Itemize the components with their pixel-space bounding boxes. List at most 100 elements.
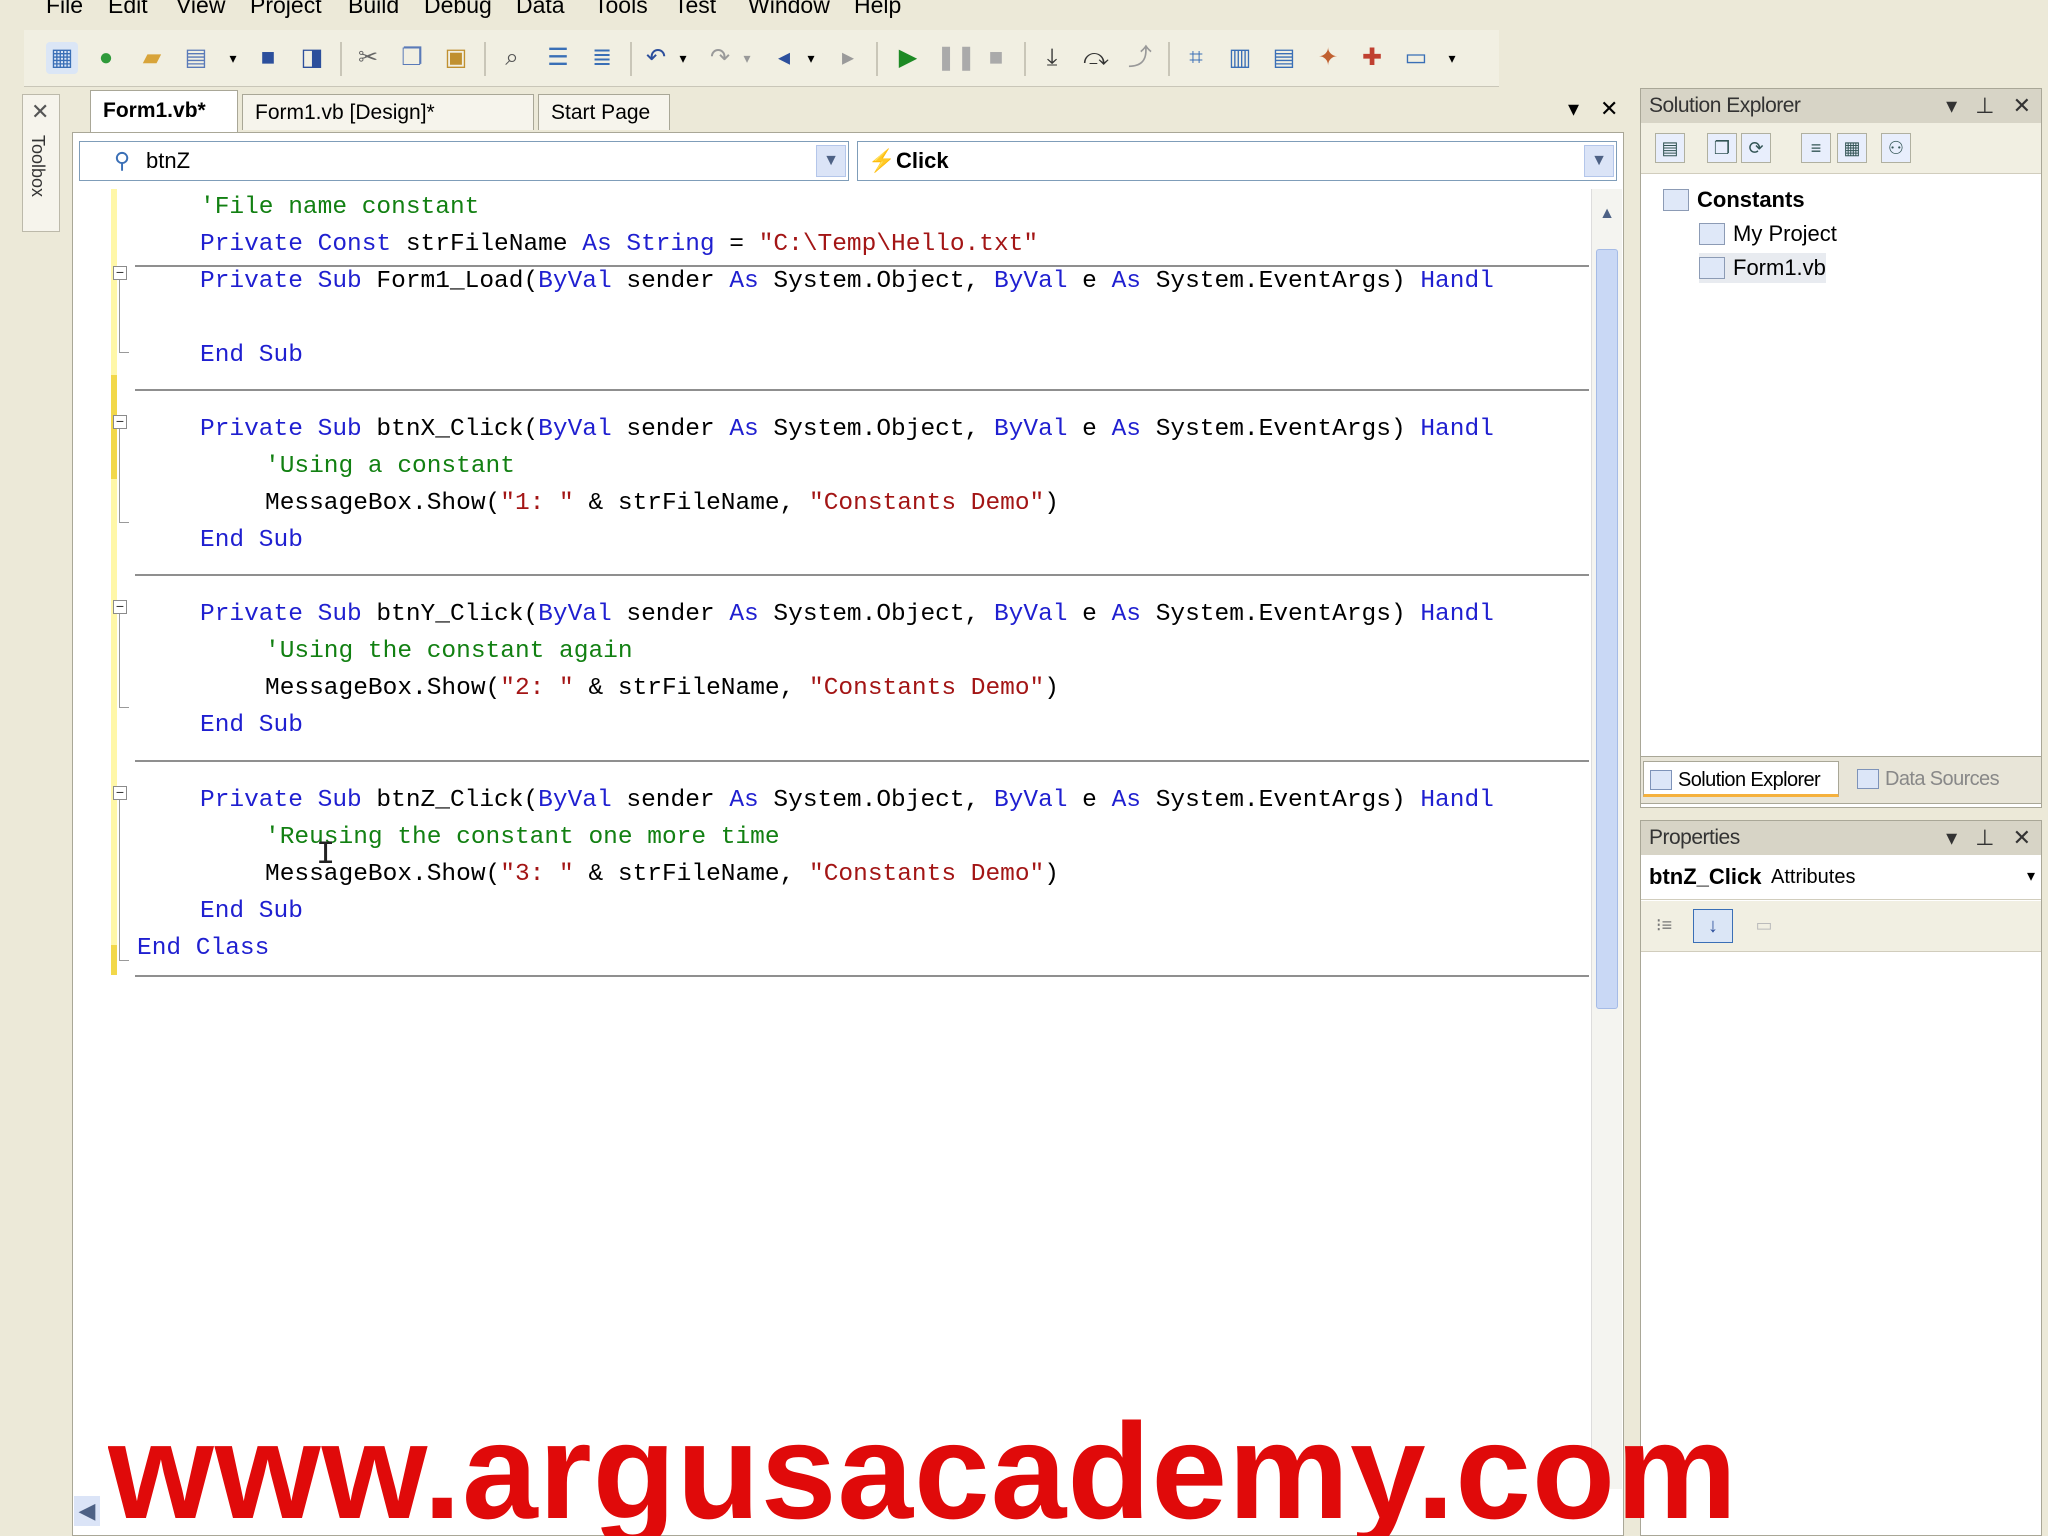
solution-explorer-icon[interactable]: ▥ [1224, 42, 1256, 74]
form-icon [1699, 257, 1725, 279]
start-debug-icon[interactable]: ▶ [892, 42, 924, 74]
menu-view[interactable]: View [176, 0, 225, 19]
standard-toolbar: ▦ ● ▰ ▤ ▾ ■ ◨ ✂ ❐ ▣ ⌕ ☰ ≣ ↶ ▾ ↷ ▾ ◂ ▾ ▸ … [24, 30, 1499, 87]
cut-icon[interactable]: ✂ [352, 42, 384, 74]
toolbar-separator [630, 42, 632, 76]
categorized-icon[interactable]: ⁝≡ [1649, 911, 1679, 941]
chevron-down-icon[interactable]: ▾ [738, 42, 756, 74]
property-pages-icon[interactable]: ▭ [1749, 911, 1779, 941]
menu-file[interactable]: File [46, 0, 83, 19]
pin-icon[interactable]: ⊥ [1975, 93, 1994, 118]
collapse-toggle[interactable]: − [113, 785, 127, 800]
collapse-toggle[interactable]: − [113, 265, 127, 280]
view-designer-icon[interactable]: ▦ [1837, 133, 1867, 163]
open-icon[interactable]: ▰ [136, 42, 168, 74]
view-code-icon[interactable]: ≡ [1801, 133, 1831, 163]
tab-form1-design[interactable]: Form1.vb [Design]* [242, 94, 534, 130]
alphabetical-sort-icon[interactable]: ↓ [1693, 909, 1733, 943]
vertical-scrollbar[interactable]: ▲ [1591, 189, 1622, 1489]
close-icon[interactable]: ✕ [2013, 93, 2031, 118]
find-icon[interactable]: ⌕ [496, 42, 528, 74]
tree-item-solution-root[interactable]: Constants [1663, 185, 1805, 215]
code-line: End Sub [200, 527, 303, 554]
menu-data[interactable]: Data [516, 0, 565, 19]
chevron-down-icon[interactable]: ▾ [674, 42, 692, 74]
solution-explorer-header: Solution Explorer ▾ ⊥ ✕ [1641, 89, 2041, 123]
menu-test[interactable]: Test [674, 0, 716, 19]
menu-bar: File Edit View Project Build Debug Data … [0, 0, 2048, 20]
start-page-icon[interactable]: ▭ [1400, 42, 1432, 74]
toolbox-tab[interactable]: ✕ Toolbox [22, 94, 60, 232]
tree-item-my-project[interactable]: My Project [1699, 219, 1837, 249]
menu-debug[interactable]: Debug [424, 0, 492, 19]
editor-navigation-bar: ⚲ btnZ ▼ ⚡ Click ▼ [79, 141, 1619, 181]
tree-item-form1-vb[interactable]: Form1.vb [1699, 253, 1826, 283]
undo-icon[interactable]: ↶ [640, 42, 672, 74]
method-name-value: Click [896, 148, 949, 173]
chevron-down-icon[interactable]: ▾ [1946, 93, 1957, 118]
step-over-icon[interactable]: ⤼ [1080, 42, 1112, 74]
toolbox-icon[interactable]: ✚ [1356, 42, 1388, 74]
copy-icon[interactable]: ❐ [396, 42, 428, 74]
close-icon[interactable]: ✕ [2013, 825, 2031, 850]
tab-solution-explorer[interactable]: Solution Explorer [1643, 761, 1839, 797]
class-name-combo[interactable]: ⚲ btnZ ▼ [79, 141, 849, 181]
pin-icon[interactable]: ⊥ [1975, 825, 1994, 850]
paste-icon[interactable]: ▣ [440, 42, 472, 74]
close-icon[interactable]: ✕ [1600, 96, 1618, 122]
pause-icon[interactable]: ❚❚ [936, 42, 976, 74]
scrollbar-thumb[interactable] [1596, 249, 1618, 1009]
add-item-icon[interactable]: ● [90, 42, 122, 74]
data-sources-icon [1857, 769, 1879, 789]
save-icon[interactable]: ■ [252, 42, 284, 74]
chevron-down-icon[interactable]: ▾ [224, 42, 242, 74]
tab-start-page[interactable]: Start Page [538, 94, 670, 130]
tab-data-sources[interactable]: Data Sources [1851, 761, 2029, 797]
chevron-down-icon[interactable]: ▼ [816, 145, 846, 177]
toolbar-separator [484, 42, 486, 76]
add-new-item-icon[interactable]: ▤ [180, 42, 212, 74]
stop-icon[interactable]: ■ [980, 42, 1012, 74]
toolbar-overflow-icon[interactable]: ▾ [1442, 42, 1462, 74]
collapse-toggle[interactable]: − [113, 599, 127, 614]
chevron-down-icon[interactable]: ▾ [1946, 825, 1957, 850]
class-diagram-icon[interactable]: ⚇ [1881, 133, 1911, 163]
menu-build[interactable]: Build [348, 0, 399, 19]
chevron-down-icon[interactable]: ▾ [1568, 96, 1579, 122]
properties-icon[interactable]: ▤ [1268, 42, 1300, 74]
scroll-up-icon[interactable]: ▲ [1596, 203, 1618, 225]
menu-help[interactable]: Help [854, 0, 901, 19]
chevron-down-icon[interactable]: ▾ [2027, 855, 2035, 899]
vb-project-icon [1663, 189, 1689, 211]
text-cursor-icon: I [316, 836, 336, 873]
tab-form1-vb[interactable]: Form1.vb* [90, 90, 238, 132]
my-project-icon [1699, 223, 1725, 245]
code-line: Private Const strFileName As String = "C… [200, 231, 1039, 258]
code-line: MessageBox.Show("2: " & strFileName, "Co… [265, 675, 1059, 702]
menu-edit[interactable]: Edit [108, 0, 148, 19]
uncomment-icon[interactable]: ≣ [586, 42, 618, 74]
navigate-forward-icon[interactable]: ▸ [832, 42, 864, 74]
collapse-toggle[interactable]: − [113, 414, 127, 429]
step-out-icon[interactable]: ⤴ [1124, 42, 1156, 74]
scroll-left-icon[interactable]: ◀ [74, 1496, 100, 1526]
redo-icon[interactable]: ↷ [704, 42, 736, 74]
chevron-down-icon[interactable]: ▼ [1584, 145, 1614, 177]
refresh-icon[interactable]: ⟳ [1741, 133, 1771, 163]
method-name-combo[interactable]: ⚡ Click ▼ [857, 141, 1617, 181]
navigate-backward-icon[interactable]: ◂ [768, 42, 800, 74]
new-project-icon[interactable]: ▦ [46, 42, 78, 74]
step-into-icon[interactable]: ⤓ [1036, 42, 1068, 74]
object-browser-icon[interactable]: ✦ [1312, 42, 1344, 74]
properties-object-selector[interactable]: btnZ_Click Attributes ▾ [1641, 855, 2041, 900]
save-all-icon[interactable]: ◨ [296, 42, 328, 74]
menu-tools[interactable]: Tools [594, 0, 648, 19]
find-in-files-icon[interactable]: ⌗ [1180, 42, 1212, 74]
properties-icon[interactable]: ▤ [1655, 133, 1685, 163]
menu-window[interactable]: Window [748, 0, 830, 19]
show-all-files-icon[interactable]: ❐ [1707, 133, 1737, 163]
chevron-down-icon[interactable]: ▾ [802, 42, 820, 74]
comment-icon[interactable]: ☰ [542, 42, 574, 74]
code-text-area[interactable]: − − − − 'File name constant Private Cons… [79, 189, 1599, 1529]
menu-project[interactable]: Project [250, 0, 322, 19]
